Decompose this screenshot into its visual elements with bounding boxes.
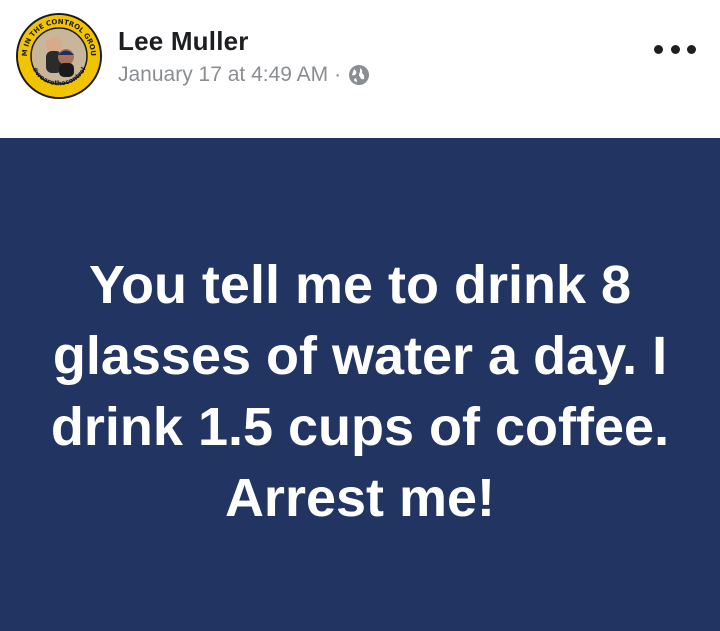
profile-avatar[interactable]: I'M IN THE CONTROL GROUP #wearethecontro… bbox=[16, 13, 102, 99]
post-header: I'M IN THE CONTROL GROUP #wearethecontro… bbox=[0, 0, 720, 138]
avatar-photo-icon: I'M IN THE CONTROL GROUP #wearethecontro… bbox=[18, 15, 100, 97]
author-name[interactable]: Lee Muller bbox=[118, 26, 249, 57]
globe-icon[interactable] bbox=[348, 64, 370, 86]
status-text: You tell me to drink 8 glasses of water … bbox=[50, 255, 670, 528]
post-timestamp[interactable]: January 17 at 4:49 AM bbox=[118, 63, 328, 87]
more-dot bbox=[687, 44, 696, 54]
meta-separator: · bbox=[334, 63, 342, 86]
facebook-post: I'M IN THE CONTROL GROUP #wearethecontro… bbox=[0, 0, 720, 631]
more-options-button[interactable] bbox=[654, 36, 696, 62]
more-dots-icon bbox=[654, 44, 663, 54]
post-meta: January 17 at 4:49 AM · bbox=[118, 63, 370, 87]
more-dot bbox=[670, 44, 680, 54]
